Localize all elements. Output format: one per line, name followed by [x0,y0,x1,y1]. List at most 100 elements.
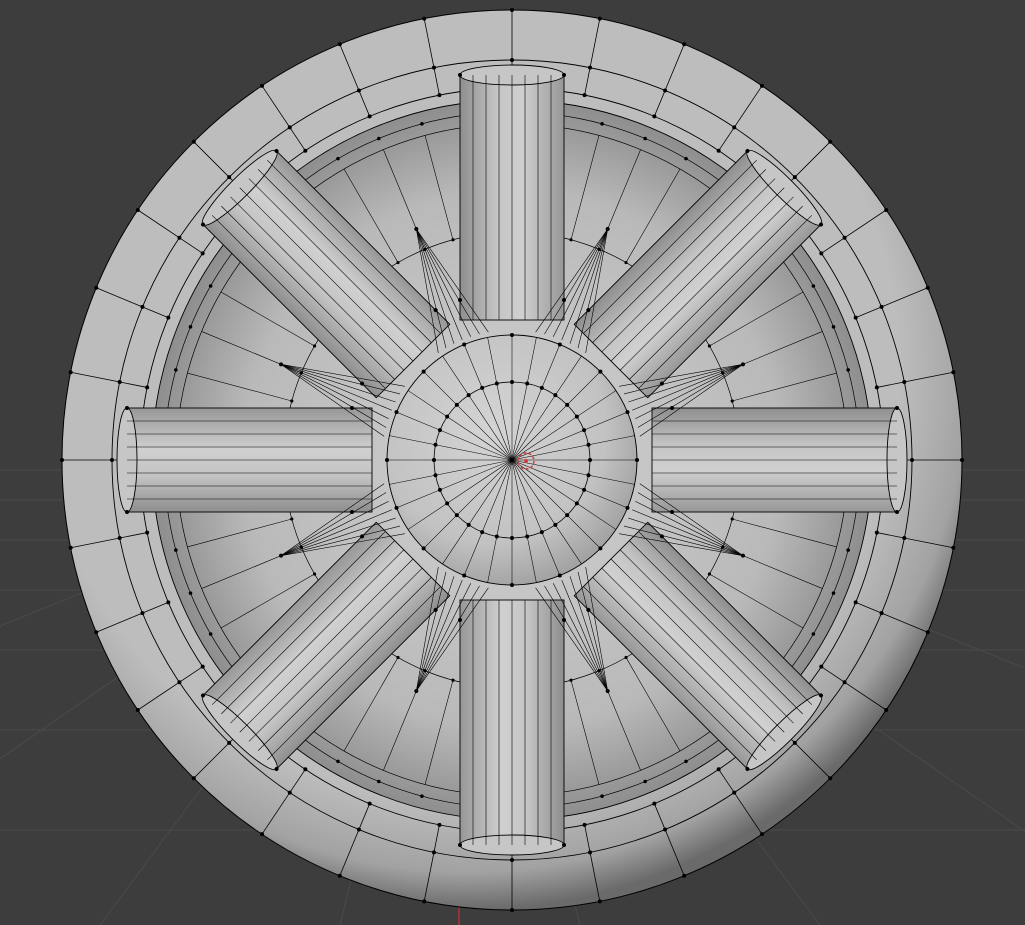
vertex [420,122,424,126]
vertex [433,473,438,478]
viewport-scene[interactable] [0,0,1025,925]
vertex [336,156,340,161]
vertex [586,442,591,447]
vertex [510,333,514,337]
vertex [394,410,399,415]
vertex [94,630,99,635]
vertex [557,342,562,347]
vertex [643,136,647,141]
vertex [879,304,884,309]
vertex [437,822,442,827]
vertex [510,58,514,62]
vertex [569,678,573,682]
vertex [188,591,193,595]
vertex [110,458,114,462]
vertex [874,385,879,390]
vertex [68,370,73,375]
vertex [553,522,558,527]
vertex [422,899,427,904]
vertex [191,139,196,144]
vertex [290,517,294,521]
wheel-mesh[interactable] [60,8,964,912]
vertex [625,410,630,415]
vertex [396,260,400,265]
vertex [414,688,419,693]
vertex [287,790,292,795]
vertex [125,406,129,410]
vertex [831,591,836,595]
3d-cursor-center [524,459,528,463]
vertex [525,534,530,539]
vertex [208,632,213,636]
spoke [651,406,908,514]
vertex [279,553,284,558]
vertex [510,858,514,862]
vertex [177,680,182,685]
vertex [414,227,419,232]
vertex [597,899,602,904]
vertex [682,42,687,47]
vertex [454,402,459,407]
vertex [432,458,436,462]
vertex [445,501,450,506]
vertex [227,175,232,180]
vertex [117,536,122,541]
vertex [445,414,450,419]
vertex [828,139,833,144]
vertex [227,740,232,745]
vertex [494,381,499,386]
vertex [466,522,471,527]
vertex [420,794,424,798]
vertex [510,8,514,12]
vertex [842,235,847,240]
vertex [259,832,264,837]
vertex [565,402,570,407]
vertex [811,632,816,636]
vertex [494,534,499,539]
vertex [624,655,628,660]
vertex [480,530,485,535]
vertex [652,114,657,119]
vertex [259,83,264,88]
vertex [600,794,604,798]
vertex [635,458,639,462]
vertex [279,362,284,367]
vertex [135,207,140,212]
vertex [960,458,964,462]
vertex [846,548,850,552]
vertex [510,908,514,912]
vertex [740,362,745,367]
vertex [562,843,566,847]
vertex [145,530,150,535]
vertex [707,572,712,576]
vertex [663,827,668,832]
spoke [458,599,566,856]
vertex [191,776,196,781]
vertex [684,759,688,764]
vertex [174,368,178,372]
vertex [588,458,592,462]
vertex [895,406,899,410]
vertex [337,42,342,47]
vertex [200,664,205,669]
vertex [740,553,745,558]
vertex [200,251,205,256]
vertex [356,827,361,832]
vertex [166,600,171,605]
vertex [451,678,455,682]
vertex [117,379,122,384]
vertex [510,536,514,540]
vertex [842,680,847,685]
vertex [367,114,372,119]
vertex [586,473,591,478]
vertex [605,227,610,232]
vertex [385,458,389,462]
vertex [828,776,833,781]
vertex [605,688,610,693]
vertex [466,393,471,398]
vertex [588,65,593,70]
vertex [682,873,687,878]
vertex [510,380,514,384]
vertex [177,235,182,240]
3d-viewport[interactable] [0,0,1025,925]
